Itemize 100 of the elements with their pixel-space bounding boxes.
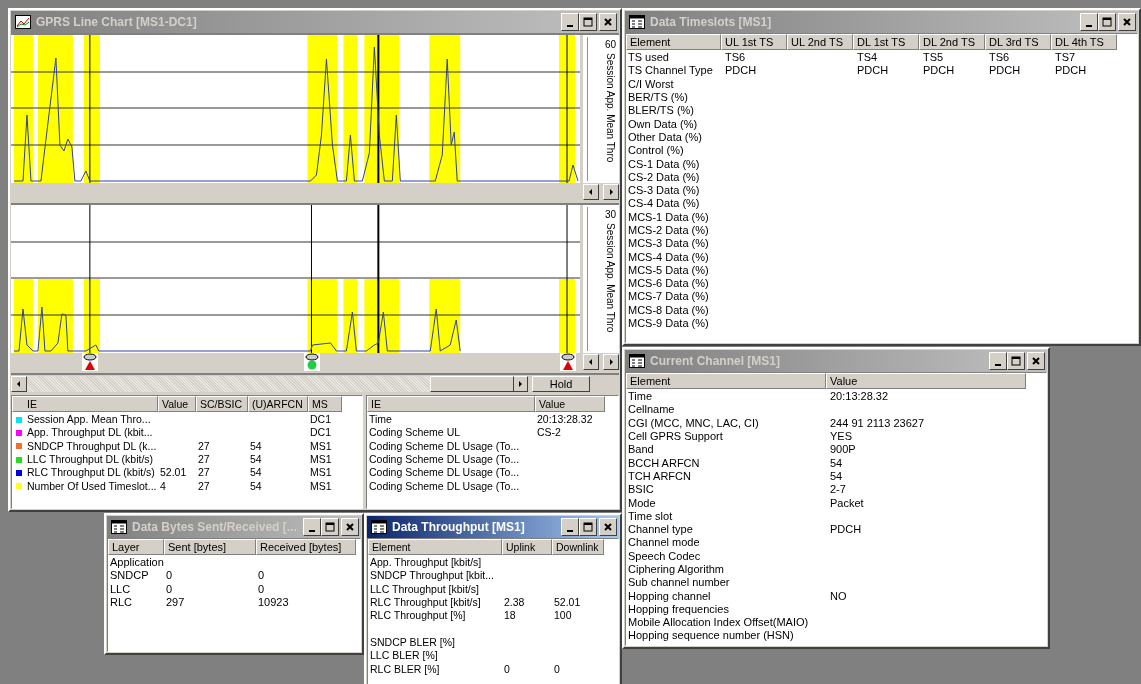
column-header[interactable]: UL 2nd TS (787, 34, 853, 50)
maximize-button[interactable] (579, 13, 597, 31)
minimize-icon (309, 529, 315, 532)
dot-marker-icon[interactable] (304, 353, 320, 371)
column-header[interactable]: (U)ARFCN (248, 396, 308, 412)
minimize-button[interactable] (989, 352, 1007, 370)
table-cell: 52.01 (554, 596, 581, 610)
table-cell: CS-2 (537, 426, 561, 440)
close-icon (345, 522, 355, 532)
close-button[interactable] (341, 518, 359, 536)
column-header[interactable]: DL 2nd TS (919, 34, 985, 50)
column-header[interactable]: DL 1st TS (853, 34, 919, 50)
table-cell: 0 (554, 662, 560, 676)
column-header[interactable]: SC/BSIC (196, 396, 248, 412)
column-header[interactable]: IE (12, 396, 158, 412)
scroll-left-button[interactable] (11, 375, 27, 392)
column-header[interactable]: Element (626, 373, 826, 389)
table-cell: MS1 (310, 439, 332, 453)
right-arrow-icon (516, 379, 524, 388)
column-header[interactable]: UL 1st TS (721, 34, 787, 50)
table-cell: 54 (830, 469, 843, 483)
maximize-icon (1102, 17, 1112, 27)
scroll-left-button[interactable] (583, 354, 599, 370)
table-cell: SNDCP Throughput DL (k... (27, 439, 157, 453)
column-header[interactable]: Downlink (552, 539, 604, 555)
maximize-button[interactable] (1007, 352, 1025, 370)
table-cell: 54 (250, 453, 262, 467)
scroll-left-button[interactable] (583, 184, 599, 200)
hold-button[interactable]: Hold (532, 375, 590, 392)
maximize-icon (583, 17, 593, 27)
column-header[interactable]: Value (158, 396, 196, 412)
column-header[interactable]: Layer (108, 539, 164, 555)
minimize-button[interactable] (1080, 13, 1098, 31)
table-cell: Cellname (628, 403, 675, 417)
table-cell: MS1 (310, 466, 332, 480)
column-header[interactable]: Received [bytes] (256, 539, 356, 555)
window-title: Data Throughput [MS1] (392, 520, 526, 534)
table-cell: Application (110, 556, 164, 570)
table-cell: LLC Throughput [kbit/s] (370, 582, 479, 596)
table-cell: BSIC (628, 483, 654, 497)
table-cell: SNDCP BLER [%] (370, 635, 455, 649)
close-button[interactable] (599, 13, 617, 31)
chart-icon (15, 15, 31, 29)
axis-max-label: 30 (604, 209, 616, 220)
table-cell: 54 (250, 466, 262, 480)
table-cell: RLC Throughput [kbit/s] (370, 596, 481, 610)
table-cell: MCS-4 Data (%) (628, 250, 709, 264)
table-cell: MCS-6 Data (%) (628, 277, 709, 291)
table-cell: CGI (MCC, MNC, LAC, CI) (628, 416, 759, 430)
column-header[interactable]: Sent [bytes] (164, 539, 256, 555)
column-header[interactable]: Element (626, 34, 721, 50)
table-cell: 20:13:28.32 (537, 413, 593, 427)
triangle-marker-icon[interactable] (82, 353, 98, 371)
column-header[interactable]: Element (368, 539, 502, 555)
close-button[interactable] (599, 518, 617, 536)
column-header[interactable]: Uplink (502, 539, 552, 555)
maximize-button[interactable] (579, 518, 597, 536)
column-header[interactable]: IE (367, 396, 535, 412)
table-cell: Coding Scheme DL Usage (To... (369, 439, 520, 453)
table-cell: PDCH (1055, 64, 1087, 78)
minimize-icon (567, 529, 573, 532)
triangle-marker-icon[interactable] (560, 353, 576, 371)
window-title: Data Bytes Sent/Received [... (132, 520, 298, 534)
minimize-button[interactable] (561, 13, 579, 31)
table-cell: Time (369, 413, 392, 427)
close-button[interactable] (1118, 13, 1136, 31)
table-cell: Own Data (%) (628, 117, 698, 131)
close-button[interactable] (1027, 352, 1045, 370)
scroll-right-button[interactable] (603, 184, 619, 200)
table-cell: DC1 (310, 413, 331, 427)
right-arrow-icon (607, 358, 615, 366)
maximize-button[interactable] (1098, 13, 1116, 31)
column-header[interactable]: DL 3rd TS (985, 34, 1051, 50)
title-bar[interactable]: Data Throughput [MS1] (367, 516, 619, 538)
scroll-right-button[interactable] (603, 354, 619, 370)
table-cell: 54 (250, 479, 262, 493)
column-header[interactable]: MS (308, 396, 342, 412)
maximize-button[interactable] (321, 518, 339, 536)
table-cell: 2.38 (504, 596, 525, 610)
table-cell: TS6 (989, 51, 1010, 65)
maximize-icon (583, 522, 593, 532)
table-cell: 0 (166, 569, 173, 583)
table-cell: BLER/TS (%) (628, 104, 694, 118)
column-header[interactable]: Value (826, 373, 1026, 389)
table-cell: 100 (554, 609, 572, 623)
table-cell: Coding Scheme DL Usage (To... (369, 453, 520, 467)
window-title: Current Channel [MS1] (650, 354, 781, 368)
table-cell: PDCH (989, 64, 1021, 78)
table-cell: Number Of Used Timeslot... (27, 479, 157, 493)
left-arrow-icon (587, 358, 595, 366)
minimize-button[interactable] (303, 518, 321, 536)
table-cell: Coding Scheme DL Usage (To... (369, 479, 520, 493)
minimize-button[interactable] (561, 518, 579, 536)
scrollbar-thumb[interactable] (430, 375, 514, 392)
table-cell: Mobile Allocation Index Offset(MAIO) (628, 616, 809, 630)
table-cell: Channel mode (628, 536, 700, 550)
table-cell: PDCH (725, 64, 757, 78)
column-header[interactable]: Value (535, 396, 605, 412)
table-cell: RLC Throughput DL (kbit/s) (27, 466, 155, 480)
column-header[interactable]: DL 4th TS (1051, 34, 1117, 50)
